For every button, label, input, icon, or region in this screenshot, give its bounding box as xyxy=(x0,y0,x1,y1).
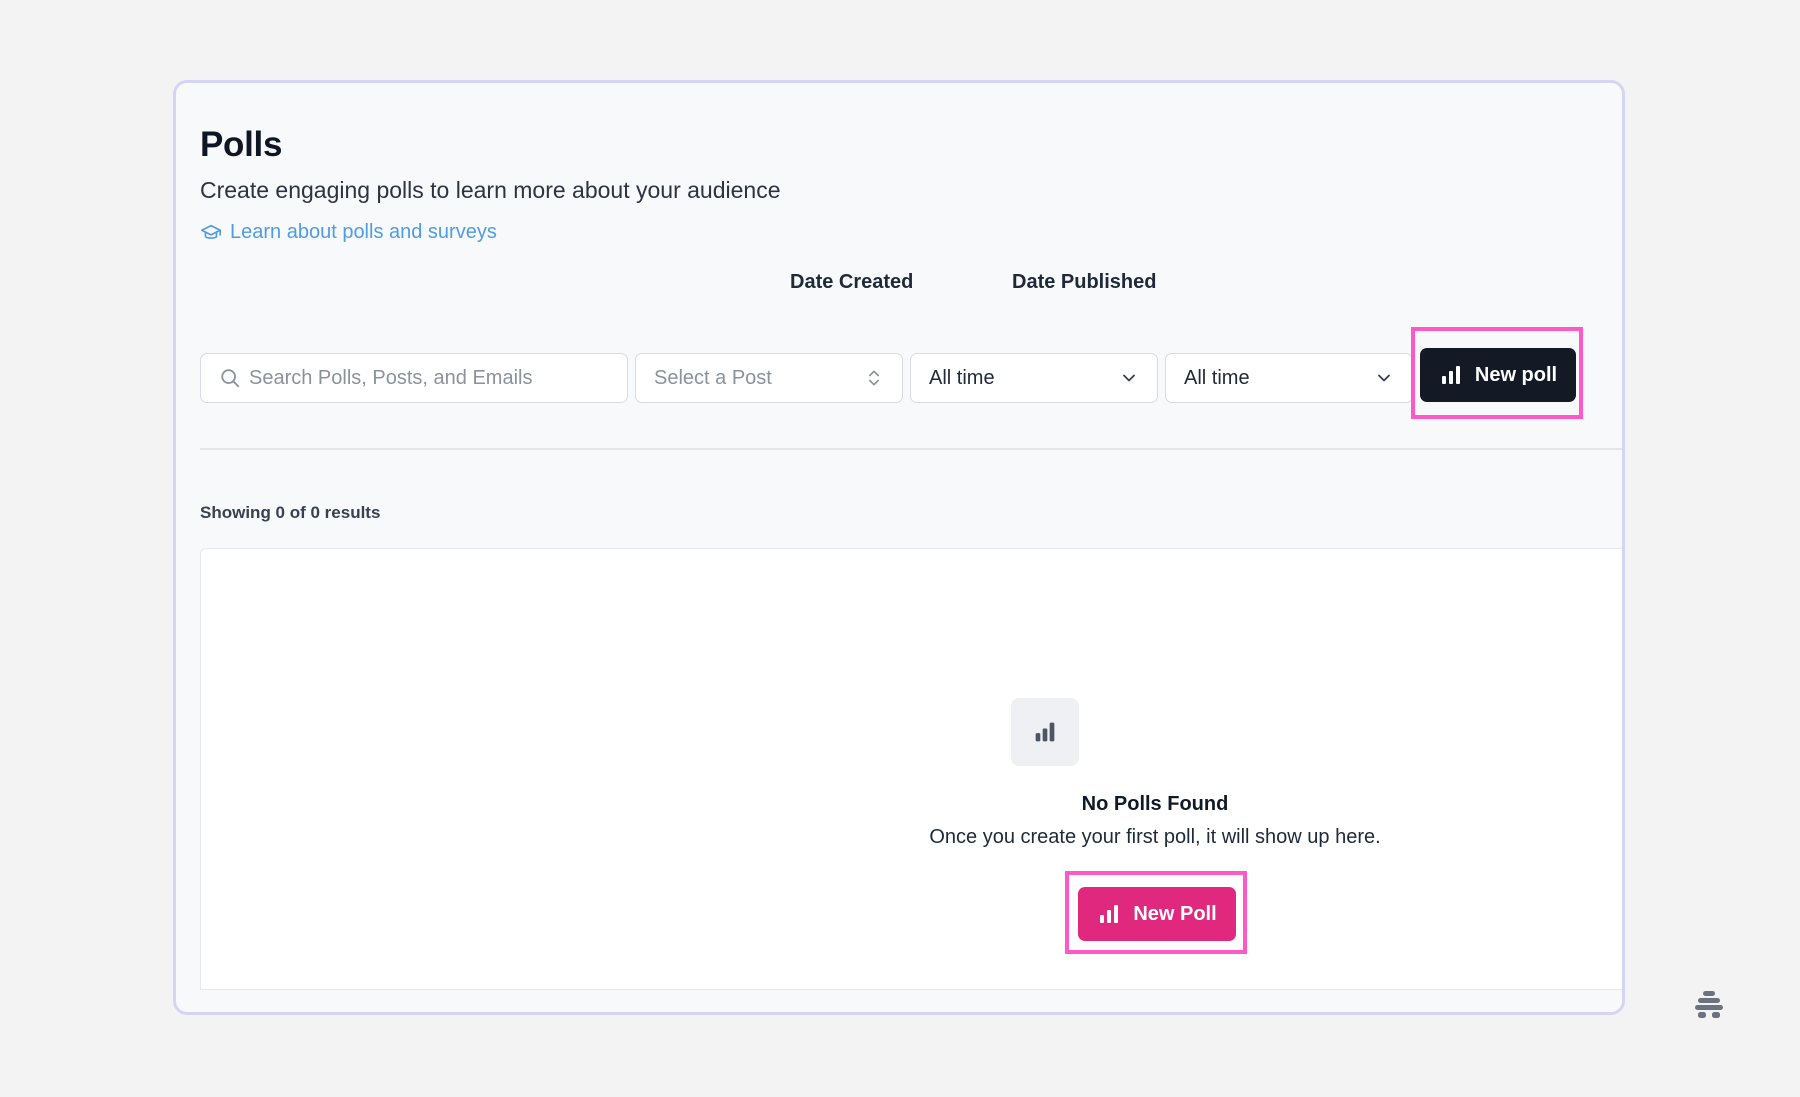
results-summary: Showing 0 of 0 results xyxy=(200,503,381,522)
empty-state-title: No Polls Found xyxy=(1081,793,1229,815)
chevron-down-icon xyxy=(1123,374,1135,382)
polls-list-card xyxy=(200,548,1622,990)
new-poll-label: New poll xyxy=(1474,363,1558,386)
search-placeholder: Search Polls, Posts, and Emails xyxy=(249,366,533,389)
beehive-logo-icon xyxy=(1695,991,1723,1018)
search-input[interactable]: Search Polls, Posts, and Emails xyxy=(200,353,628,403)
date-created-value: All time xyxy=(929,366,995,389)
date-created-select[interactable]: All time xyxy=(910,353,1158,403)
bar-chart-icon xyxy=(1035,722,1055,742)
chevron-up-down-icon xyxy=(869,370,879,386)
learn-polls-link[interactable]: Learn about polls and surveys xyxy=(200,221,497,244)
page-subtitle: Create engaging polls to learn more abou… xyxy=(200,177,781,203)
new-poll-button[interactable]: New poll xyxy=(1420,348,1576,402)
date-published-value: All time xyxy=(1184,366,1250,389)
polls-panel: Polls Create engaging polls to learn mor… xyxy=(173,80,1625,1015)
new-poll-cta-label: New Poll xyxy=(1133,902,1217,925)
bar-chart-icon xyxy=(1100,905,1119,923)
date-created-label: Date Created xyxy=(790,271,914,293)
post-select[interactable]: Select a Post xyxy=(635,353,903,403)
date-published-select[interactable]: All time xyxy=(1165,353,1413,403)
chevron-down-icon xyxy=(1378,374,1390,382)
empty-state-icon-box xyxy=(1011,698,1079,766)
search-icon xyxy=(221,369,240,388)
learn-link-text: Learn about polls and surveys xyxy=(230,221,497,243)
new-poll-cta-button[interactable]: New Poll xyxy=(1078,887,1236,941)
post-select-placeholder: Select a Post xyxy=(654,366,772,389)
bar-chart-icon xyxy=(1441,366,1460,384)
date-published-label: Date Published xyxy=(1012,271,1157,293)
empty-state-message: Once you create your first poll, it will… xyxy=(929,826,1381,848)
divider xyxy=(200,448,1622,450)
page-title: Polls xyxy=(200,125,283,164)
graduation-cap-icon xyxy=(201,224,221,239)
